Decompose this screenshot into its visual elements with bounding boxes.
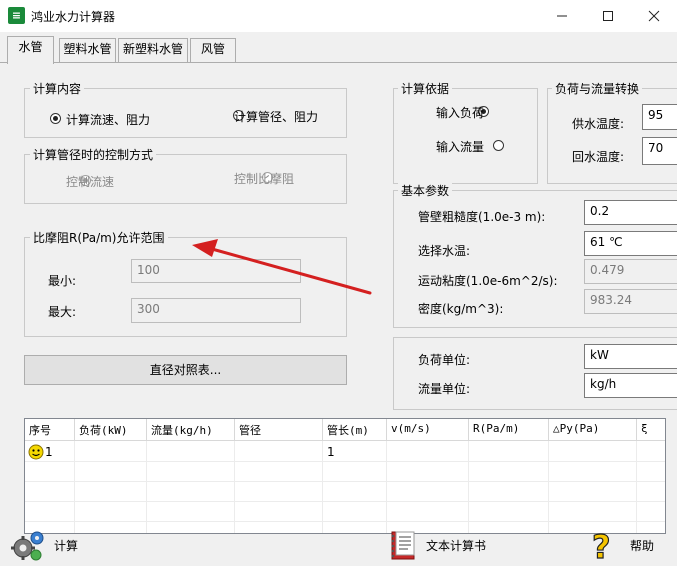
- tab-new-plastic-pipe[interactable]: 新塑料水管: [118, 38, 188, 62]
- basic-params-title: 基本参数: [398, 182, 453, 199]
- title-bar: ≡ 鸿业水力计算器: [0, 0, 677, 32]
- tab-plastic-pipe[interactable]: 塑料水管: [59, 38, 116, 62]
- column-header-friction[interactable]: R(Pa/m): [469, 419, 549, 441]
- column-header-load[interactable]: 负荷(kW): [75, 419, 147, 441]
- load-unit-select[interactable]: kW: [584, 344, 677, 369]
- viscosity-label: 运动粘度(1.0e-6m^2/s):: [418, 274, 558, 288]
- window-title: 鸿业水力计算器: [31, 10, 116, 24]
- friction-range-title: 比摩阻R(Pa/m)允许范围: [30, 229, 168, 246]
- flow-unit-label: 流量单位:: [418, 382, 471, 396]
- column-header-xi[interactable]: ξ: [637, 419, 665, 441]
- tab-water-pipe[interactable]: 水管: [7, 36, 54, 64]
- column-header-velocity[interactable]: v(m/s): [387, 419, 469, 441]
- calc-basis-title: 计算依据: [398, 80, 453, 97]
- friction-min-label: 最小:: [48, 274, 77, 288]
- app-logo-icon: ≡: [8, 7, 25, 24]
- control-mode-title: 计算管径时的控制方式: [30, 146, 157, 163]
- water-temp-input[interactable]: 61 ℃: [584, 231, 677, 256]
- density-label: 密度(kg/m^3):: [418, 302, 504, 316]
- return-temp-label: 回水温度:: [572, 150, 625, 164]
- minimize-icon: [557, 15, 567, 17]
- annotation-arrow: [192, 239, 372, 295]
- calculate-label[interactable]: 计算: [54, 537, 78, 554]
- close-icon: [648, 10, 660, 22]
- calc-content-title: 计算内容: [30, 80, 85, 97]
- close-button[interactable]: [631, 0, 677, 32]
- radio-control-velocity-label: 控制流速: [66, 175, 115, 189]
- radio-input-flow-label[interactable]: 输入流量: [436, 138, 484, 155]
- supply-temp-input[interactable]: 95: [642, 104, 677, 130]
- calc-basis-group: [393, 88, 538, 184]
- column-header-length[interactable]: 管长(m): [323, 419, 387, 441]
- load-flow-group: [547, 88, 677, 184]
- column-header-flow[interactable]: 流量(kg/h): [147, 419, 235, 441]
- radio-calc-velocity-label[interactable]: 计算流速、阻力: [66, 111, 150, 128]
- help-label[interactable]: 帮助: [630, 537, 654, 554]
- radio-calc-velocity[interactable]: [50, 113, 61, 124]
- column-header-diameter[interactable]: 管径: [235, 419, 323, 441]
- roughness-label: 管壁粗糙度(1.0e-3 m):: [418, 210, 546, 224]
- roughness-input[interactable]: 0.2: [584, 200, 677, 225]
- flow-unit-select[interactable]: kg/h: [584, 373, 677, 398]
- svg-text:?: ?: [592, 528, 611, 562]
- return-temp-input[interactable]: 70: [642, 137, 677, 165]
- grid-lines: [25, 441, 665, 533]
- friction-max-label: 最大:: [48, 305, 77, 319]
- column-header-index[interactable]: 序号: [25, 419, 75, 441]
- water-temp-label: 选择水温:: [418, 244, 471, 258]
- gears-icon: [11, 531, 44, 561]
- viscosity-field: 0.479: [584, 259, 677, 284]
- tab-air-duct[interactable]: 风管: [190, 38, 236, 62]
- help-button[interactable]: ? 帮助: [588, 526, 654, 564]
- diameter-table-button[interactable]: 直径对照表...: [24, 355, 347, 385]
- report-book-icon: [391, 531, 415, 560]
- maximize-button[interactable]: [585, 0, 631, 32]
- text-report-button[interactable]: 文本计算书: [388, 526, 486, 564]
- radio-calc-diameter-label[interactable]: 计算管径、阻力: [234, 108, 318, 125]
- supply-temp-label: 供水温度:: [572, 117, 625, 131]
- help-question-icon: ?: [591, 528, 611, 562]
- radio-input-load-label[interactable]: 输入负荷: [436, 104, 484, 121]
- radio-control-friction-label: 控制比摩阻: [234, 172, 295, 186]
- load-unit-label: 负荷单位:: [418, 353, 471, 367]
- density-field: 983.24: [584, 289, 677, 314]
- results-grid[interactable]: 序号 负荷(kW) 流量(kg/h) 管径 管长(m) v(m/s) R(Pa/…: [24, 418, 666, 534]
- minimize-button[interactable]: [539, 0, 585, 32]
- calculate-button[interactable]: 计算: [10, 526, 78, 564]
- maximize-icon: [603, 11, 613, 21]
- column-header-pressure-drop[interactable]: △Py(Pa): [549, 419, 637, 441]
- text-report-label[interactable]: 文本计算书: [426, 537, 486, 554]
- load-flow-title: 负荷与流量转换: [552, 80, 643, 97]
